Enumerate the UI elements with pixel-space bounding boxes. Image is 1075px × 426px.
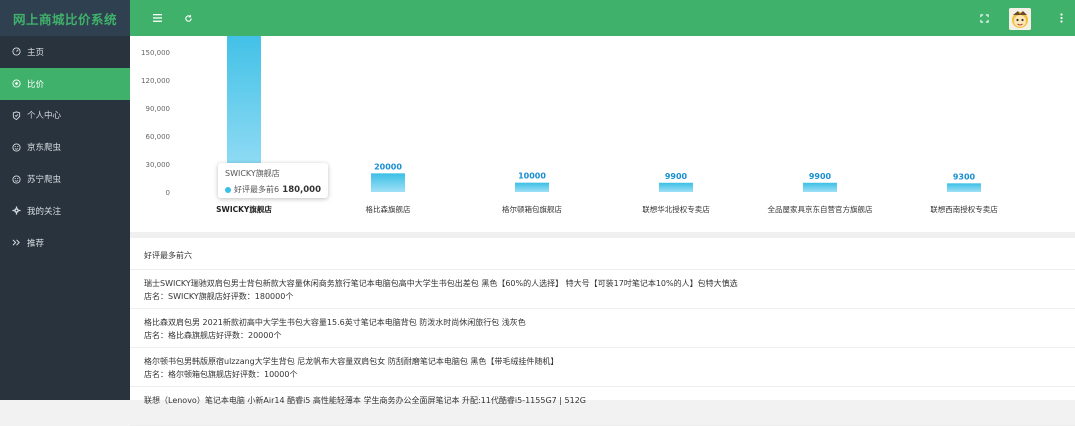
x-category-label: 格尔顿箱包旗舰店 xyxy=(502,204,562,214)
fullscreen-icon xyxy=(979,13,989,23)
tooltip-series-dot xyxy=(225,186,231,193)
product-name[interactable]: 格尔顿书包男韩版原宿ulzzang大学生背包 尼龙帆布大容量双肩包女 防刮耐磨笔… xyxy=(144,355,1061,368)
list-item: 格比森双肩包男 2021新款初高中大学生书包大容量15.6英寸笔记本电脑背包 防… xyxy=(130,309,1075,348)
fullscreen-button[interactable] xyxy=(973,0,995,36)
sidebar-item-label: 推荐 xyxy=(27,238,45,249)
y-tick-label: 30,000 xyxy=(146,161,171,169)
shop-info: 店名：格比森旗舰店好评数：20000个 xyxy=(144,331,282,340)
x-category-label: 联想西南授权专卖店 xyxy=(930,204,998,214)
tooltip-value: 180,000 xyxy=(282,184,321,195)
more-menu-button[interactable] xyxy=(1050,0,1072,36)
app-title: 网上商城比价系统 xyxy=(0,0,130,36)
bar[interactable] xyxy=(659,182,693,192)
compare-icon xyxy=(12,79,21,88)
sidebar-item-5[interactable]: 我的关注 xyxy=(0,195,130,227)
bar[interactable] xyxy=(371,173,405,192)
list-title: 好评最多前六 xyxy=(130,238,1075,270)
product-name[interactable]: 格比森双肩包男 2021新款初高中大学生书包大容量15.6英寸笔记本电脑背包 防… xyxy=(144,316,1061,329)
sidebar-item-4[interactable]: 苏宁爬虫 xyxy=(0,163,130,195)
tooltip-series-name: 好评最多前6 xyxy=(234,185,280,194)
spider-icon xyxy=(12,175,21,184)
x-category-label: 全品屋家具京东自营官方旗舰店 xyxy=(768,204,873,214)
user-center-icon xyxy=(12,111,21,120)
bar[interactable] xyxy=(803,182,837,192)
tooltip-title: SWICKY旗舰店 xyxy=(225,169,280,178)
sidebar-item-label: 我的关注 xyxy=(27,206,62,217)
bar-chart: 0 30,000 60,000 90,000 120,000 150,000 180,000… xyxy=(141,36,998,214)
sidebar-item-3[interactable]: 京东爬虫 xyxy=(0,131,130,163)
bar[interactable] xyxy=(515,182,549,192)
shop-info: 店名：格尔顿箱包旗舰店好评数：10000个 xyxy=(144,370,298,379)
sidebar-nav: 主页比价个人中心京东爬虫苏宁爬虫我的关注推荐 xyxy=(0,36,130,259)
main-content: 0 30,000 60,000 90,000 120,000 150,000 180,000… xyxy=(130,36,1075,426)
sidebar: 网上商城比价系统 主页比价个人中心京东爬虫苏宁爬虫我的关注推荐 xyxy=(0,0,130,400)
top-reviews-list: 好评最多前六 瑞士SWICKY瑞驰双肩包男士背包新款大容量休闲商务旅行笔记本电脑… xyxy=(130,238,1075,426)
sidebar-item-6[interactable]: 推荐 xyxy=(0,227,130,259)
sidebar-item-1[interactable]: 比价 xyxy=(0,67,130,100)
y-tick-label: 0 xyxy=(166,189,170,197)
list-item: 格尔顿书包男韩版原宿ulzzang大学生背包 尼龙帆布大容量双肩包女 防刮耐磨笔… xyxy=(130,348,1075,387)
avatar-icon xyxy=(1009,8,1031,30)
refresh-icon xyxy=(184,14,192,22)
shop-info: 店名：SWICKY旗舰店好评数：180000个 xyxy=(144,292,294,301)
avatar[interactable] xyxy=(1009,8,1031,30)
bar-value-label: 9300 xyxy=(953,172,976,181)
spider-icon xyxy=(12,143,21,152)
refresh-button[interactable] xyxy=(177,0,199,36)
product-name[interactable]: 联想（Lenovo）笔记本电脑 小新Air14 酷睿i5 高性能轻薄本 学生商务… xyxy=(144,394,1061,407)
chart-tooltip: SWICKY旗舰店 好评最多前6 180,000 xyxy=(218,163,328,198)
sidebar-item-label: 苏宁爬虫 xyxy=(27,175,62,186)
sidebar-item-0[interactable]: 主页 xyxy=(0,36,130,68)
x-category-label: 联想华北授权专卖店 xyxy=(642,204,710,214)
y-tick-label: 90,000 xyxy=(146,105,171,113)
y-tick-label: 60,000 xyxy=(146,133,171,141)
menu-toggle-button[interactable] xyxy=(146,0,168,36)
dashboard-icon xyxy=(12,47,21,56)
sidebar-item-label: 京东爬虫 xyxy=(27,143,62,154)
bar-value-label: 10000 xyxy=(518,172,546,181)
gear-icon xyxy=(12,206,21,215)
list-item: 瑞士SWICKY瑞驰双肩包男士背包新款大容量休闲商务旅行笔记本电脑包高中大学生书… xyxy=(130,270,1075,309)
hamburger-icon xyxy=(152,14,162,22)
sidebar-item-label: 个人中心 xyxy=(27,111,62,122)
bar-value-label: 9900 xyxy=(809,172,832,181)
recommend-icon xyxy=(12,238,21,247)
bar-value-label: 9900 xyxy=(665,172,688,181)
bar[interactable] xyxy=(947,183,981,192)
y-tick-label: 120,000 xyxy=(141,77,170,85)
sidebar-item-label: 主页 xyxy=(27,47,45,58)
x-category-label: SWICKY旗舰店 xyxy=(216,204,272,214)
x-category-label: 格比森旗舰店 xyxy=(366,204,411,214)
list-item: 联想（Lenovo）笔记本电脑 小新Air14 酷睿i5 高性能轻薄本 学生商务… xyxy=(130,387,1075,426)
y-tick-label: 150,000 xyxy=(141,49,170,57)
topbar xyxy=(130,0,1075,36)
product-name[interactable]: 瑞士SWICKY瑞驰双肩包男士背包新款大容量休闲商务旅行笔记本电脑包高中大学生书… xyxy=(144,277,1061,290)
sidebar-item-2[interactable]: 个人中心 xyxy=(0,100,130,132)
sidebar-item-label: 比价 xyxy=(27,79,45,90)
bar-value-label: 20000 xyxy=(374,162,402,171)
more-vertical-icon xyxy=(1059,13,1063,23)
